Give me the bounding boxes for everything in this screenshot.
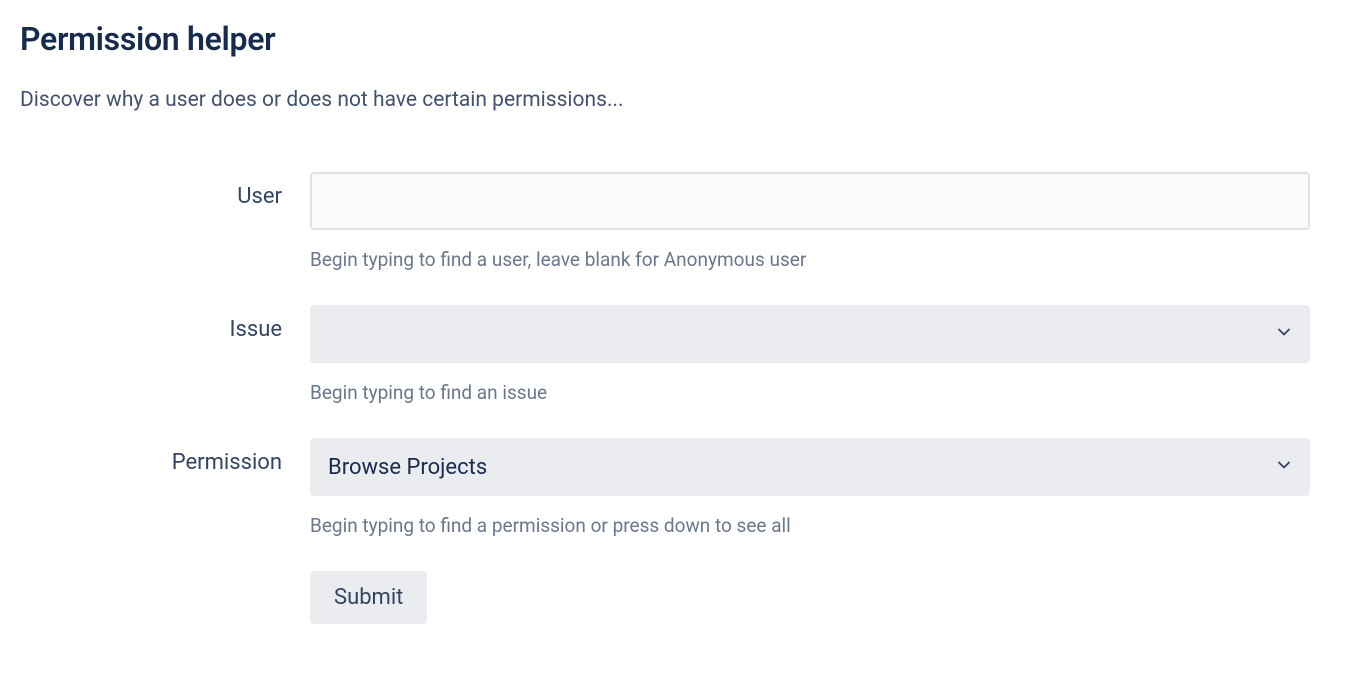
submit-button[interactable]: Submit <box>310 571 427 624</box>
user-row: User Begin typing to find a user, leave … <box>20 172 1338 271</box>
permission-select[interactable]: Browse Projects <box>310 438 1310 496</box>
issue-label: Issue <box>20 305 310 342</box>
issue-select[interactable] <box>310 305 1310 363</box>
permission-row: Permission Browse Projects Begin typing … <box>20 438 1338 537</box>
permission-label: Permission <box>20 438 310 475</box>
issue-row: Issue Begin typing to find an issue <box>20 305 1338 404</box>
permission-help-text: Begin typing to find a permission or pre… <box>310 514 1310 537</box>
user-input[interactable] <box>310 172 1310 230</box>
submit-row: Submit <box>20 571 1338 624</box>
issue-help-text: Begin typing to find an issue <box>310 381 1310 404</box>
page-description: Discover why a user does or does not hav… <box>20 88 1338 112</box>
user-help-text: Begin typing to find a user, leave blank… <box>310 248 1310 271</box>
permission-select-value: Browse Projects <box>328 455 487 480</box>
user-label: User <box>20 172 310 209</box>
page-title: Permission helper <box>20 20 1338 58</box>
